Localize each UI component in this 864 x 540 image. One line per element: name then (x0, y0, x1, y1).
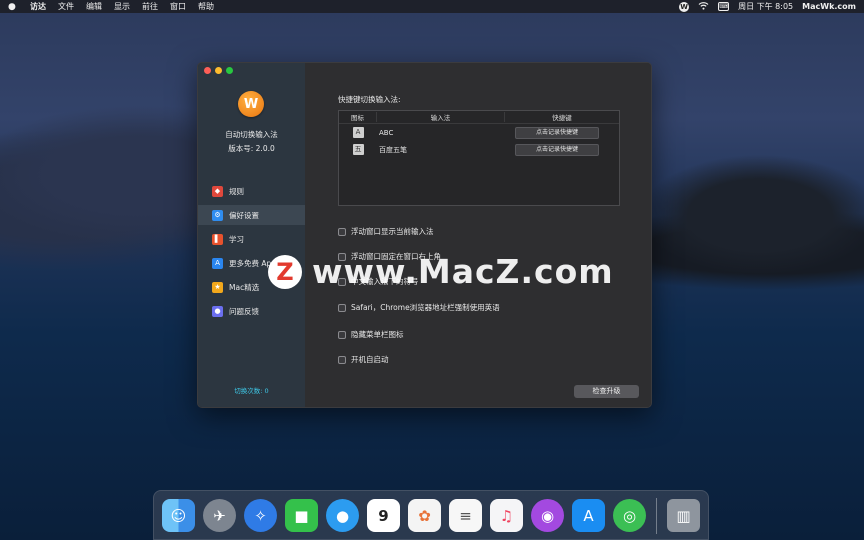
safari-icon[interactable]: ✧ (244, 499, 277, 532)
record-shortcut-button[interactable]: 点击记录快捷键 (515, 143, 599, 156)
table-row[interactable]: A ABC 点击记录快捷键 (339, 124, 619, 141)
column-header-shortcut: 快捷键 (552, 114, 572, 122)
people-icon: ● (212, 305, 223, 317)
sidebar-item-label: Mac精选 (229, 282, 260, 292)
option-hide-menubar-icon[interactable]: 隐藏菜单栏图标 (338, 329, 404, 340)
shortcut-table: 图标 输入法 快捷键 A ABC 点击记录快捷键 五 百度五笔 点击记录快捷键 (338, 110, 620, 206)
option-browser-force-english[interactable]: Safari，Chrome浏览器地址栏强制使用英语 (338, 302, 500, 313)
ime-name: 百度五笔 (379, 145, 407, 154)
music-icon[interactable]: ♫ (490, 499, 523, 532)
appstore-icon[interactable]: A (572, 499, 605, 532)
star-icon: ★ (212, 281, 223, 293)
dock-separator (656, 498, 657, 534)
site-label: MacWk.com (802, 2, 856, 11)
findmy-icon[interactable]: ◎ (613, 499, 646, 532)
photos-icon[interactable]: ✿ (408, 499, 441, 532)
app-name: 自动切换输入法 (225, 130, 278, 139)
sidebar-item-rules[interactable]: ◆ 规则 (198, 181, 305, 201)
appstore-icon: A (212, 257, 223, 269)
facetime-icon[interactable]: ■ (285, 499, 318, 532)
check-update-button[interactable]: 检查升级 (574, 385, 639, 398)
close-button[interactable] (204, 67, 211, 74)
wubi-ime-icon: 五 (352, 144, 364, 155)
sidebar-item-label: 问题反馈 (229, 306, 259, 316)
app-version: 版本号: 2.0.0 (228, 144, 275, 153)
section-title: 快捷键切换输入法: (338, 95, 401, 104)
checkbox[interactable] (338, 355, 346, 364)
table-header: 图标 输入法 快捷键 (339, 111, 619, 124)
switch-count: 切换次数: 0 (234, 387, 269, 395)
table-row[interactable]: 五 百度五笔 点击记录快捷键 (339, 141, 619, 158)
gear-icon: ⚙ (212, 209, 223, 221)
sidebar-item-label: 偏好设置 (229, 210, 259, 220)
ime-name: ABC (379, 128, 394, 137)
apple-icon[interactable]: ● (8, 2, 18, 12)
option-launch-at-login[interactable]: 开机自启动 (338, 354, 389, 365)
checkbox[interactable] (338, 227, 346, 236)
menu-go[interactable]: 前往 (142, 1, 158, 12)
watermark: Z www.MacZ.com (268, 252, 614, 291)
sidebar: W 自动切换输入法 版本号: 2.0.0 ◆ 规则 ⚙ 偏好设置 ▌ 学习 A … (198, 63, 305, 407)
ime-switcher-status-icon[interactable]: W (679, 1, 690, 12)
watermark-logo-icon: Z (268, 254, 302, 289)
wifi-icon[interactable] (698, 1, 709, 12)
checkbox[interactable] (338, 303, 346, 312)
messages-icon[interactable]: ● (326, 499, 359, 532)
menu-window[interactable]: 窗口 (170, 1, 186, 12)
app-window: W 自动切换输入法 版本号: 2.0.0 ◆ 规则 ⚙ 偏好设置 ▌ 学习 A … (197, 62, 652, 408)
record-shortcut-button[interactable]: 点击记录快捷键 (515, 126, 599, 139)
menu-app-name[interactable]: 访达 (30, 1, 46, 12)
sidebar-item-label: 规则 (229, 186, 244, 196)
reminders-icon[interactable]: ≡ (449, 499, 482, 532)
rules-icon: ◆ (212, 185, 223, 197)
clock[interactable]: 周日 下午 8:05 (738, 1, 793, 12)
window-controls (204, 67, 237, 74)
menu-help[interactable]: 帮助 (198, 1, 214, 12)
column-header-ime: 输入法 (377, 112, 505, 122)
finder-icon[interactable]: ☺ (162, 499, 195, 532)
abc-ime-icon: A (352, 127, 364, 138)
sidebar-item-learn[interactable]: ▌ 学习 (198, 229, 305, 249)
app-logo-icon: W (238, 91, 264, 117)
launchpad-icon[interactable]: ✈ (203, 499, 236, 532)
zoom-button[interactable] (226, 67, 233, 74)
watermark-text: www.MacZ.com (312, 252, 614, 291)
keyboard-icon[interactable]: ⌨ (718, 2, 730, 11)
sidebar-item-label: 学习 (229, 234, 244, 244)
minimize-button[interactable] (215, 67, 222, 74)
book-icon: ▌ (212, 233, 223, 245)
menu-file[interactable]: 文件 (58, 1, 74, 12)
menu-edit[interactable]: 编辑 (86, 1, 102, 12)
trash-icon[interactable]: ▥ (667, 499, 700, 532)
menu-view[interactable]: 显示 (114, 1, 130, 12)
option-show-floating-window[interactable]: 浮动窗口显示当前输入法 (338, 226, 434, 237)
dock: ☺ ✈ ✧ ■ ● 9 ✿ ≡ ♫ ◉ A ◎ ▥ (153, 490, 709, 540)
sidebar-item-feedback[interactable]: ● 问题反馈 (198, 301, 305, 321)
preferences-panel: 快捷键切换输入法: 图标 输入法 快捷键 A ABC 点击记录快捷键 五 百度五… (305, 63, 651, 407)
calendar-icon[interactable]: 9 (367, 499, 400, 532)
menu-bar: ● 访达 文件 编辑 显示 前往 窗口 帮助 W ⌨ 周日 下午 8:05 Ma… (0, 0, 864, 13)
checkbox[interactable] (338, 330, 346, 339)
sidebar-item-preferences[interactable]: ⚙ 偏好设置 (198, 205, 305, 225)
podcasts-icon[interactable]: ◉ (531, 499, 564, 532)
column-header-icon: 图标 (339, 112, 377, 122)
